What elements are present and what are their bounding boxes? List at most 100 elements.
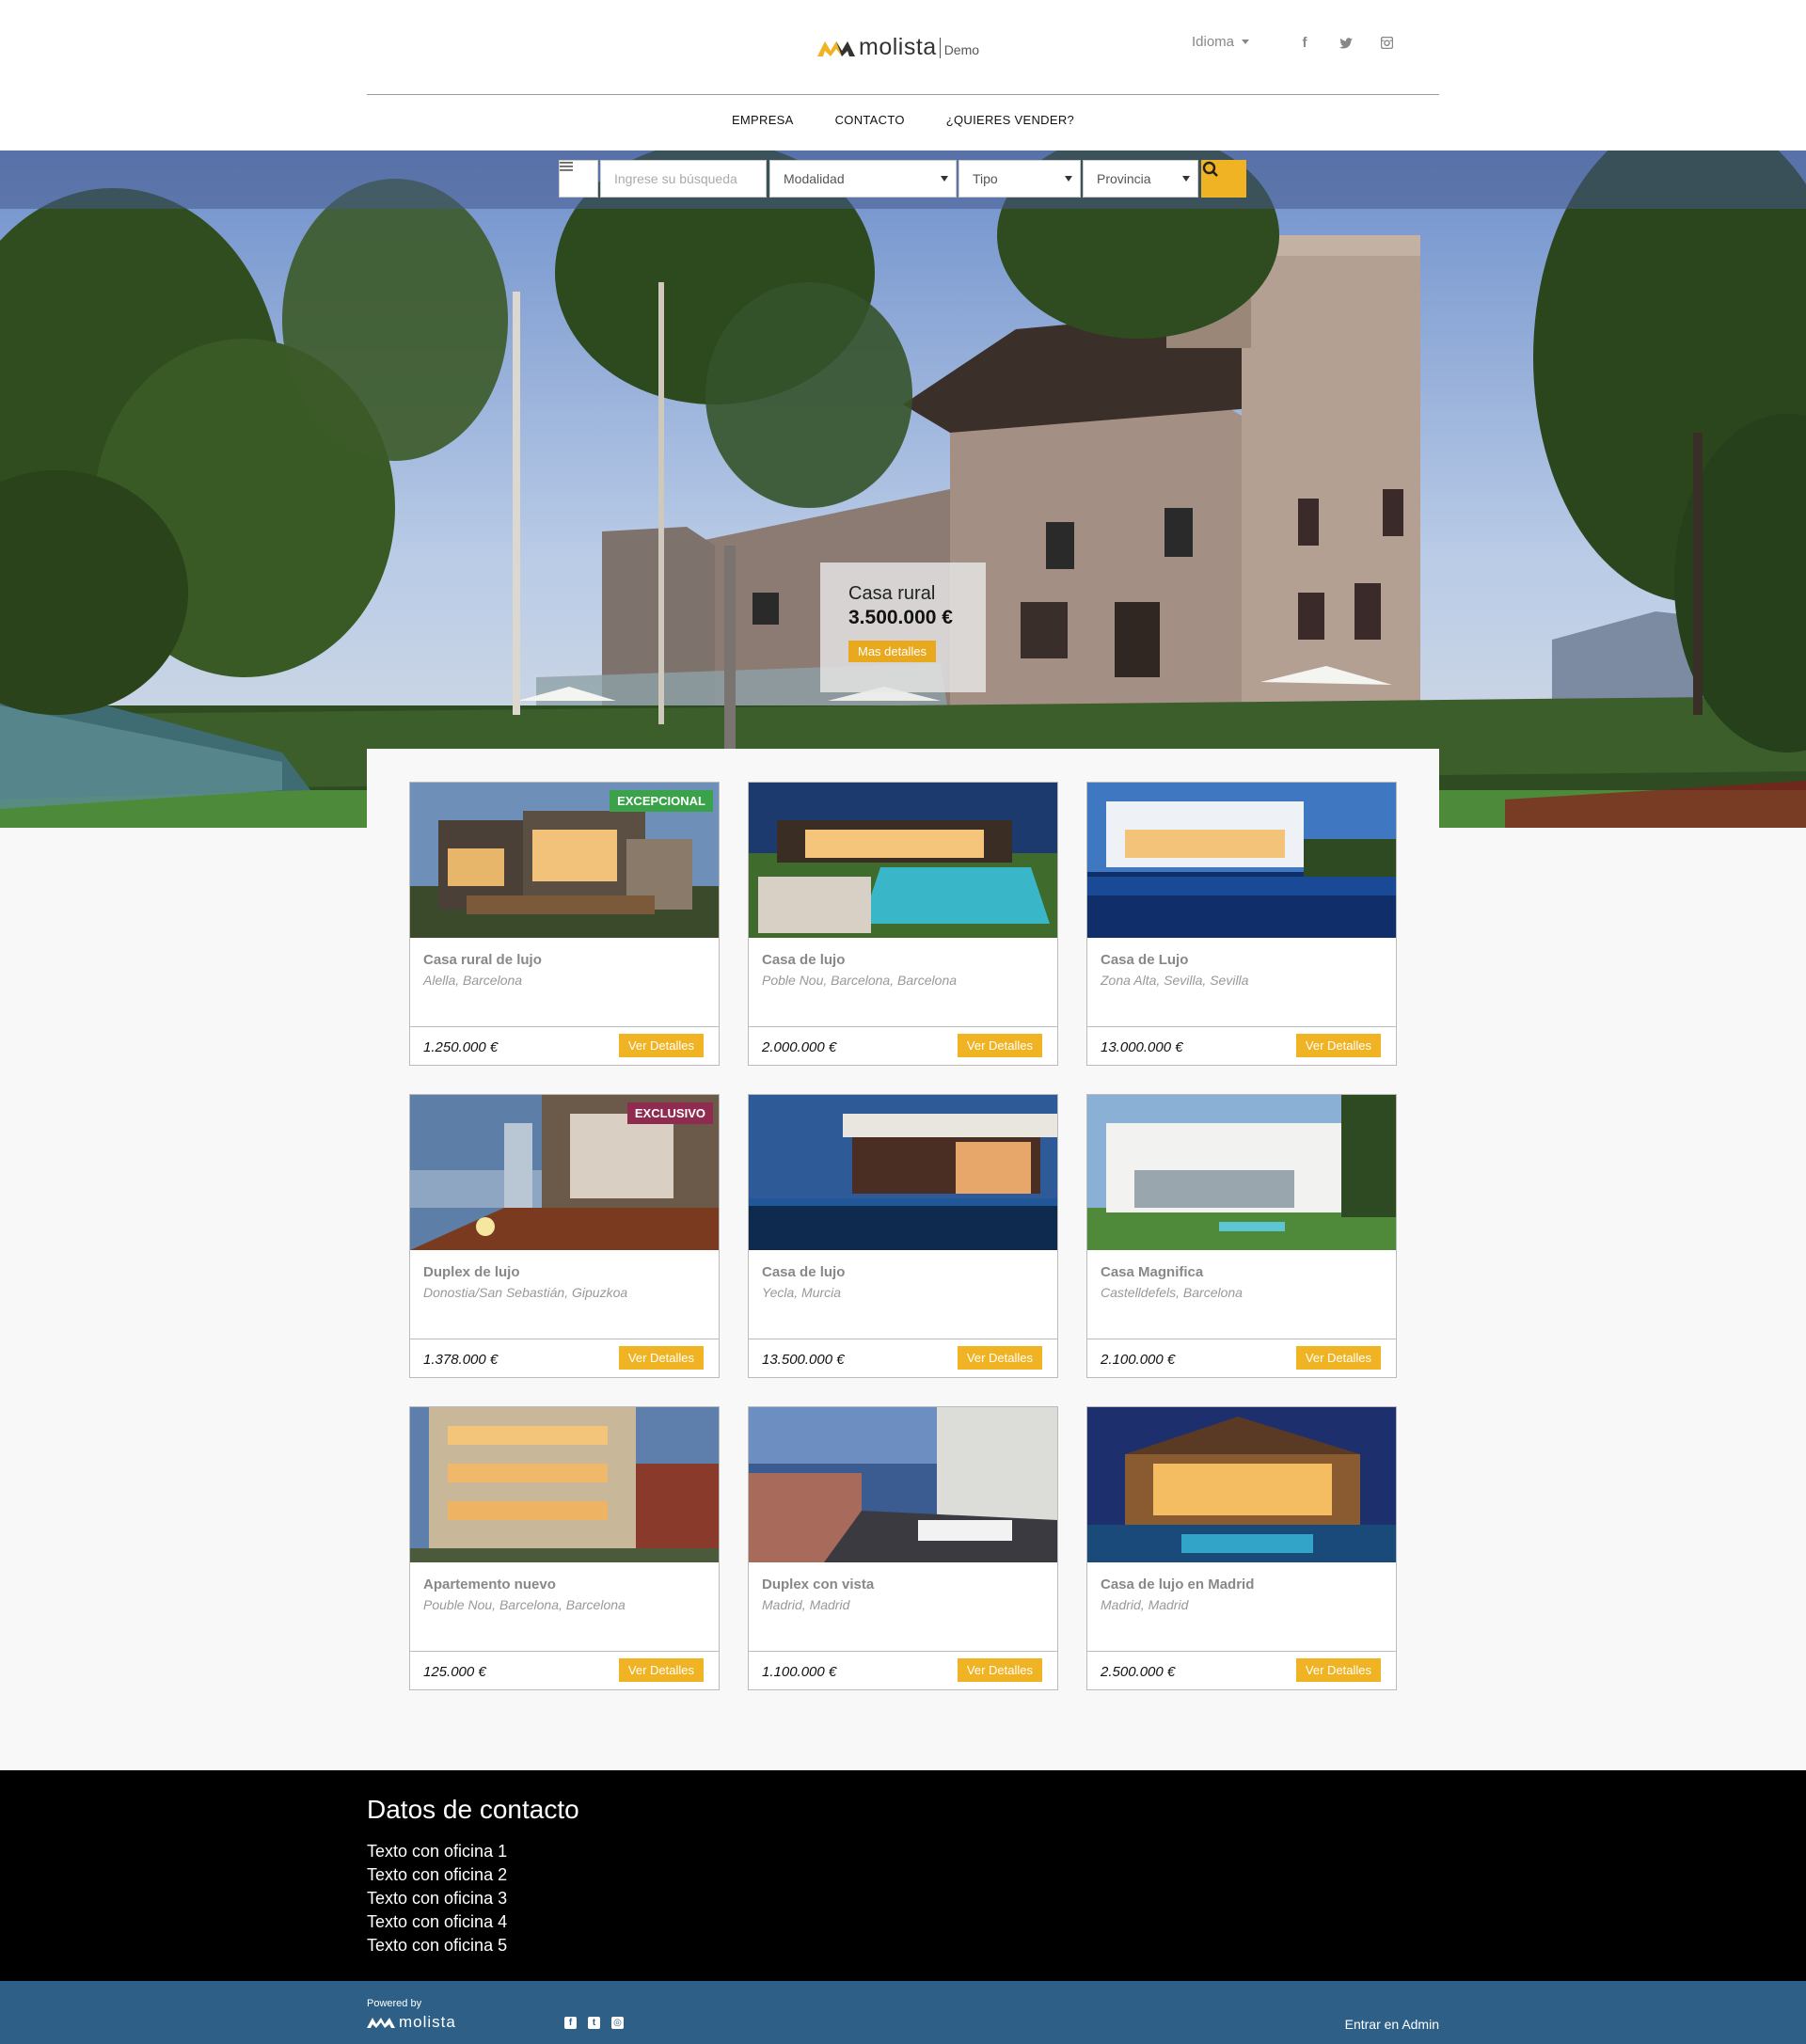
details-button[interactable]: Ver Detalles xyxy=(957,1346,1042,1370)
footer-line: Texto con oficina 5 xyxy=(367,1936,508,1955)
property-price: 1.100.000 € xyxy=(762,1664,837,1680)
details-button[interactable]: Ver Detalles xyxy=(1295,1346,1381,1370)
facebook-icon[interactable]: f xyxy=(1295,34,1314,53)
featured-type: Casa rural xyxy=(848,583,936,604)
details-button[interactable]: Ver Detalles xyxy=(618,1658,704,1682)
site-logo[interactable]: molista Demo xyxy=(817,34,979,61)
nav-quieres-vender[interactable]: ¿QUIERES VENDER? xyxy=(946,113,1074,127)
details-button[interactable]: Ver Detalles xyxy=(1295,1658,1381,1682)
search-bar: Ingrese su búsqueda Modalidad Tipo Provi… xyxy=(0,151,1806,209)
details-button[interactable]: Ver Detalles xyxy=(618,1034,704,1057)
property-price: 1.250.000 € xyxy=(423,1039,499,1055)
main-nav: EMPRESA CONTACTO ¿QUIERES VENDER? xyxy=(0,113,1806,127)
footer-line: Texto con oficina 3 xyxy=(367,1889,508,1908)
property-title[interactable]: Casa de lujo en Madrid xyxy=(1101,1577,1254,1592)
card-divider xyxy=(749,1026,1057,1027)
search-icon xyxy=(1202,161,1218,177)
footer-heading: Datos de contacto xyxy=(367,1795,579,1824)
property-photo xyxy=(1087,1095,1396,1250)
details-button[interactable]: Ver Detalles xyxy=(957,1034,1042,1057)
twitter-icon[interactable] xyxy=(1337,34,1355,53)
property-title[interactable]: Duplex con vista xyxy=(762,1577,874,1592)
contact-footer: Datos de contacto Texto con oficina 1 Te… xyxy=(0,1770,1806,1981)
property-location: Pouble Nou, Barcelona, Barcelona xyxy=(423,1597,626,1612)
badge-exclusivo: EXCLUSIVO xyxy=(626,1102,713,1124)
property-title[interactable]: Casa de Lujo xyxy=(1101,952,1188,968)
bottom-bar: Powered by molista f t ◎ Entrar en Admin xyxy=(0,1981,1806,2044)
hero-image xyxy=(0,151,1806,828)
caret-down-icon xyxy=(1242,40,1250,44)
property-photo xyxy=(1087,1407,1396,1562)
nav-empresa[interactable]: EMPRESA xyxy=(732,113,794,127)
dropdown-arrow-icon xyxy=(1182,176,1190,182)
featured-price: 3.500.000 € xyxy=(848,607,953,628)
logo-mark-icon xyxy=(817,40,855,56)
badge-excepcional: EXCEPCIONAL xyxy=(610,790,713,812)
logo-subtitle: Demo xyxy=(943,41,980,57)
property-card[interactable]: EXCLUSIVO Duplex de lujo Donostia/San Se… xyxy=(409,1094,720,1378)
property-title[interactable]: Casa rural de lujo xyxy=(423,952,542,968)
property-price: 1.378.000 € xyxy=(423,1352,499,1368)
property-card[interactable]: Casa de lujo Yecla, Murcia 13.500.000 € … xyxy=(748,1094,1058,1378)
logo-separator xyxy=(939,37,941,58)
instagram-icon[interactable]: ◎ xyxy=(611,2017,624,2029)
admin-login-link[interactable]: Entrar en Admin xyxy=(1345,2017,1439,2032)
card-divider xyxy=(1087,1651,1396,1652)
powered-by-logo[interactable]: molista xyxy=(367,2013,456,2032)
property-price: 2.500.000 € xyxy=(1101,1664,1176,1680)
nav-contacto[interactable]: CONTACTO xyxy=(835,113,905,127)
dropdown-arrow-icon xyxy=(941,176,948,182)
tipo-select[interactable]: Tipo xyxy=(958,160,1081,198)
modalidad-label: Modalidad xyxy=(784,171,845,186)
twitter-icon[interactable]: t xyxy=(588,2017,600,2029)
header-divider xyxy=(367,94,1439,95)
property-location: Zona Alta, Sevilla, Sevilla xyxy=(1101,973,1249,988)
property-title[interactable]: Casa de lujo xyxy=(762,952,845,968)
footer-lines: Texto con oficina 1 Texto con oficina 2 … xyxy=(367,1840,507,1957)
property-card[interactable]: Casa de lujo en Madrid Madrid, Madrid 2.… xyxy=(1086,1406,1397,1690)
tipo-label: Tipo xyxy=(973,171,998,186)
property-location: Poble Nou, Barcelona, Barcelona xyxy=(762,973,958,988)
modalidad-select[interactable]: Modalidad xyxy=(769,160,957,198)
property-price: 2.100.000 € xyxy=(1101,1352,1176,1368)
property-location: Madrid, Madrid xyxy=(1101,1597,1189,1612)
footer-line: Texto con oficina 4 xyxy=(367,1912,508,1931)
property-card[interactable]: Casa Magnifica Castelldefels, Barcelona … xyxy=(1086,1094,1397,1378)
property-photo xyxy=(749,783,1057,938)
search-button[interactable] xyxy=(1201,160,1246,198)
search-input[interactable]: Ingrese su búsqueda xyxy=(600,160,767,198)
instagram-icon[interactable] xyxy=(1377,34,1396,53)
property-title[interactable]: Apartemento nuevo xyxy=(423,1577,556,1592)
property-location: Madrid, Madrid xyxy=(762,1597,850,1612)
provincia-select[interactable]: Provincia xyxy=(1083,160,1198,198)
language-dropdown[interactable]: Idioma xyxy=(1192,34,1250,50)
facebook-icon[interactable]: f xyxy=(564,2017,577,2029)
featured-details-button[interactable]: Mas detalles xyxy=(848,641,936,662)
hero-banner: Ingrese su búsqueda Modalidad Tipo Provi… xyxy=(0,151,1806,828)
provincia-label: Provincia xyxy=(1097,171,1151,186)
property-location: Castelldefels, Barcelona xyxy=(1101,1285,1243,1300)
property-card[interactable]: Duplex con vista Madrid, Madrid 1.100.00… xyxy=(748,1406,1058,1690)
property-title[interactable]: Casa de lujo xyxy=(762,1264,845,1280)
property-card[interactable]: Casa de lujo Poble Nou, Barcelona, Barce… xyxy=(748,782,1058,1066)
dropdown-arrow-icon xyxy=(1065,176,1072,182)
details-button[interactable]: Ver Detalles xyxy=(618,1346,704,1370)
property-card[interactable]: Apartemento nuevo Pouble Nou, Barcelona,… xyxy=(409,1406,720,1690)
details-button[interactable]: Ver Detalles xyxy=(1295,1034,1381,1057)
details-button[interactable]: Ver Detalles xyxy=(957,1658,1042,1682)
property-price: 2.000.000 € xyxy=(762,1039,837,1055)
featured-property-card: Casa rural 3.500.000 € Mas detalles xyxy=(820,562,986,692)
language-label: Idioma xyxy=(1192,34,1235,50)
property-card[interactable]: Casa de Lujo Zona Alta, Sevilla, Sevilla… xyxy=(1086,782,1397,1066)
property-photo xyxy=(749,1095,1057,1250)
property-photo xyxy=(410,1407,719,1562)
property-card[interactable]: EXCEPCIONAL Casa rural de lujo Alella, B… xyxy=(409,782,720,1066)
site-header: molista Demo Idioma f EMPRESA CONTACTO ¿… xyxy=(0,0,1806,151)
property-title[interactable]: Duplex de lujo xyxy=(423,1264,520,1280)
property-title[interactable]: Casa Magnifica xyxy=(1101,1264,1203,1280)
card-divider xyxy=(410,1026,719,1027)
property-location: Yecla, Murcia xyxy=(762,1285,842,1300)
menu-button[interactable] xyxy=(559,160,598,198)
menu-icon xyxy=(560,162,573,171)
powered-by-label: Powered by xyxy=(367,1998,422,2009)
